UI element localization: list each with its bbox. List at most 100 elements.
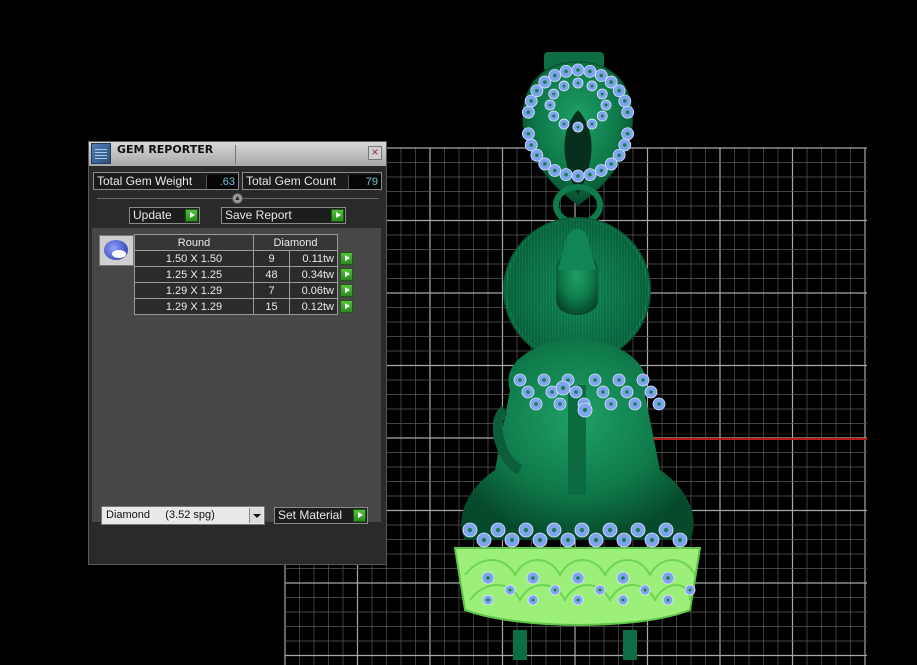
gem-prong [625, 390, 629, 394]
gem-count: 15 [253, 298, 290, 315]
gem-prong [588, 172, 592, 177]
gem-prong [590, 84, 594, 88]
gem-prong [564, 172, 568, 177]
gem-prong [481, 537, 487, 543]
gem-prong [688, 588, 692, 592]
gem-prong [622, 99, 627, 103]
gem-prong [609, 162, 613, 166]
gem-prong [531, 576, 535, 580]
gem-prong [663, 527, 669, 533]
round-gem-icon[interactable] [99, 235, 134, 266]
gem-prong [604, 103, 608, 107]
gem-count: 48 [253, 266, 290, 283]
gem-prong [617, 88, 621, 93]
play-arrow-icon[interactable] [340, 252, 353, 265]
gem-prong [666, 598, 670, 602]
save-report-label: Save Report [225, 208, 292, 222]
gem-prong [625, 131, 630, 136]
gem-prong [564, 69, 568, 74]
gem-prong [552, 73, 557, 78]
play-arrow-icon[interactable] [340, 268, 353, 281]
total-gem-weight-value: .63 [206, 175, 238, 189]
gem-prong [621, 576, 625, 580]
update-label: Update [133, 208, 172, 222]
gem-reporter-icon [91, 143, 111, 164]
total-gem-count-label: Total Gem Count [246, 174, 337, 188]
gem-prong [600, 114, 604, 118]
table-row[interactable]: 1.25 X 1.25 48 0.34tw [134, 266, 354, 283]
gem-prong [523, 527, 529, 533]
collapse-toggle[interactable]: ▲ [232, 193, 243, 204]
gem-prong [609, 80, 613, 84]
window-title: GEM REPORTER [117, 143, 214, 156]
play-arrow-icon[interactable] [353, 509, 366, 522]
gem-prong [625, 110, 630, 115]
gem-prong [621, 537, 627, 543]
gem-prong [543, 80, 547, 84]
table-header-row: Round Diamond [134, 234, 354, 251]
gem-prong [576, 125, 580, 129]
gem-prong [601, 390, 605, 394]
gem-prong [649, 537, 655, 543]
gem-prong [677, 537, 683, 543]
gem-prong [621, 598, 625, 602]
set-material-label: Set Material [278, 508, 343, 522]
gem-prong [582, 407, 588, 413]
table-row[interactable]: 1.29 X 1.29 15 0.12tw [134, 298, 354, 315]
play-arrow-icon[interactable] [185, 209, 198, 222]
gem-prong [635, 527, 641, 533]
gem-prong [600, 92, 604, 96]
gem-prong [617, 378, 621, 382]
gem-prong [531, 598, 535, 602]
gem-prong [593, 537, 599, 543]
play-arrow-icon[interactable] [331, 209, 344, 222]
table-row[interactable]: 1.50 X 1.50 9 0.11tw [134, 250, 354, 267]
title-separator [235, 145, 236, 164]
gem-prong [566, 378, 570, 382]
gem-prong [551, 527, 557, 533]
save-report-button[interactable]: Save Report [221, 207, 346, 224]
play-arrow-icon[interactable] [340, 300, 353, 313]
gem-prong [529, 99, 534, 103]
title-bar[interactable]: GEM REPORTER × [89, 142, 386, 167]
pendant-model [453, 52, 702, 660]
gem-prong [558, 402, 562, 406]
gem-prong [535, 88, 539, 93]
gem-size: 1.50 X 1.50 [134, 250, 254, 267]
gem-prong [550, 390, 554, 394]
gem-prong [509, 537, 515, 543]
gem-size: 1.29 X 1.29 [134, 298, 254, 315]
gem-count: 9 [253, 250, 290, 267]
gem-list-area: Round Diamond 1.50 X 1.50 9 0.11tw 1.25 … [91, 227, 382, 523]
gem-prong [588, 69, 592, 74]
gem-prong [526, 390, 530, 394]
gem-prong [534, 402, 538, 406]
gem-prong [552, 114, 556, 118]
gem-prong [576, 174, 580, 178]
gem-prong [529, 143, 534, 147]
close-icon[interactable]: × [368, 146, 382, 160]
gem-table: Round Diamond 1.50 X 1.50 9 0.11tw 1.25 … [134, 234, 354, 315]
gem-prong [562, 122, 566, 126]
gem-size: 1.25 X 1.25 [134, 266, 254, 283]
play-arrow-icon[interactable] [340, 284, 353, 297]
gem-prong [542, 378, 546, 382]
total-gem-count-field: Total Gem Count 79 [242, 172, 382, 190]
set-material-button[interactable]: Set Material [274, 507, 368, 524]
material-select[interactable]: Diamond (3.52 spg) [101, 506, 265, 525]
gem-prong [576, 576, 580, 580]
gem-prong [607, 527, 613, 533]
gem-prong [486, 598, 490, 602]
gem-prong [552, 92, 556, 96]
update-button[interactable]: Update [129, 207, 200, 224]
table-row[interactable]: 1.29 X 1.29 7 0.06tw [134, 282, 354, 299]
gem-prong [535, 153, 539, 158]
gem-prong [518, 378, 522, 382]
gem-prong [622, 143, 627, 147]
gem-prong [562, 84, 566, 88]
chevron-down-icon[interactable] [249, 508, 263, 523]
panel-body: Total Gem Weight .63 Total Gem Count 79 … [89, 166, 386, 564]
gem-size: 1.29 X 1.29 [134, 282, 254, 299]
gem-prong [548, 103, 552, 107]
gem-prong [576, 81, 580, 85]
